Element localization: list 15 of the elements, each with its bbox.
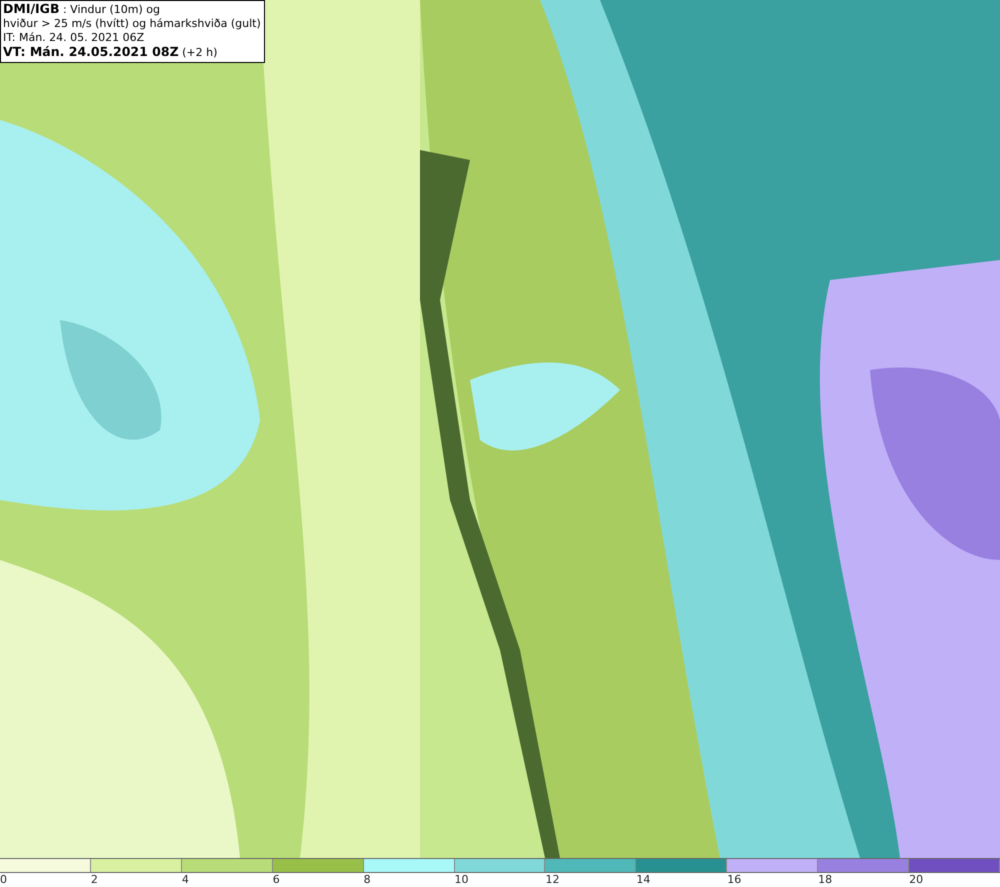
legend-label: 0: [0, 873, 7, 887]
header-line: hviður > 25 m/s (hvítt) og hámarkshviða (gult): [3, 17, 261, 31]
legend-label: 2: [90, 873, 98, 887]
legend-label: 4: [182, 873, 189, 887]
legend-label: 6: [272, 873, 280, 887]
legend-label: 12: [545, 873, 560, 887]
header-line: VT: Mán. 24.05.2021 08Z (+2 h): [3, 45, 218, 60]
legend-label: 10: [454, 873, 469, 887]
header-line: IT: Mán. 24. 05. 2021 06Z: [3, 31, 146, 45]
header-line: DMI/IGB : Vindur (10m) og: [3, 2, 161, 17]
legend-label: 14: [636, 873, 650, 887]
legend-label: 20: [909, 873, 924, 887]
legend-label: 18: [818, 873, 832, 887]
legend-label: 8: [364, 873, 371, 887]
legend-label: 16: [727, 873, 742, 887]
